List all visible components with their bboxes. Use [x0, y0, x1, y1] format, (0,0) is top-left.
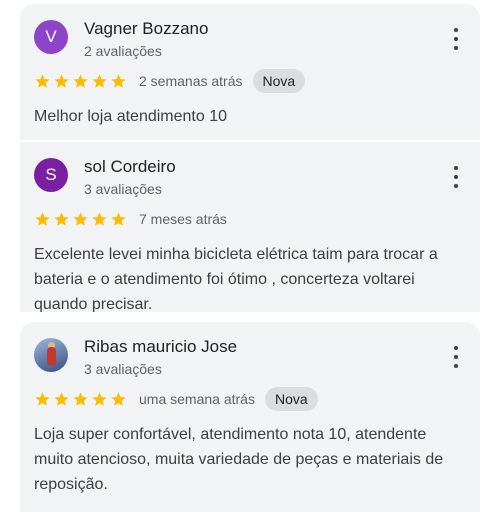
new-badge: Nova [252, 69, 306, 93]
avatar-photo-figure [47, 347, 56, 365]
review-meta: 2 semanas atrás Nova [34, 68, 306, 94]
review-card: V Vagner Bozzano 2 avaliações 2 semanas … [20, 4, 480, 140]
star-icon [35, 391, 50, 406]
review-text: Excelente levei minha bicicleta elétrica… [34, 246, 438, 312]
star-icon [92, 391, 107, 406]
star-icon [73, 211, 88, 226]
avatar[interactable]: S [34, 158, 68, 192]
star-icon [54, 73, 69, 88]
star-icon [54, 391, 69, 406]
review-text: Melhor loja atendimento 10 [34, 108, 228, 125]
star-rating [34, 211, 127, 228]
star-rating [34, 391, 127, 408]
review-text: Loja super confortável, atendimento nota… [34, 426, 444, 493]
star-icon [111, 73, 126, 88]
star-icon [92, 73, 107, 88]
review-meta: uma semana atrás Nova [34, 386, 318, 412]
star-icon [35, 73, 50, 88]
avatar[interactable] [34, 338, 68, 372]
review-card: Ribas mauricio Jose 3 avaliações uma sem… [20, 322, 480, 512]
review-date: 2 semanas atrás [139, 73, 243, 89]
star-icon [73, 73, 88, 88]
star-icon [111, 391, 126, 406]
review-card: S sol Cordeiro 3 avaliações 7 meses atrá… [20, 142, 480, 312]
more-vert-icon[interactable] [454, 28, 458, 50]
star-rating [34, 73, 127, 90]
review-date: 7 meses atrás [139, 211, 227, 227]
review-date: uma semana atrás [139, 391, 255, 407]
more-vert-icon[interactable] [454, 166, 458, 188]
star-icon [111, 211, 126, 226]
review-count[interactable]: 3 avaliações [84, 361, 162, 377]
review-count[interactable]: 3 avaliações [84, 181, 162, 197]
avatar[interactable]: V [34, 20, 68, 54]
reviewer-name[interactable]: Ribas mauricio Jose [84, 337, 237, 357]
review-count[interactable]: 2 avaliações [84, 43, 162, 59]
review-meta: 7 meses atrás [34, 206, 227, 232]
star-icon [92, 211, 107, 226]
star-icon [35, 211, 50, 226]
new-badge: Nova [264, 387, 318, 411]
reviewer-name[interactable]: Vagner Bozzano [84, 19, 208, 39]
star-icon [73, 391, 88, 406]
more-vert-icon[interactable] [454, 346, 458, 368]
reviewer-name[interactable]: sol Cordeiro [84, 157, 176, 177]
star-icon [54, 211, 69, 226]
